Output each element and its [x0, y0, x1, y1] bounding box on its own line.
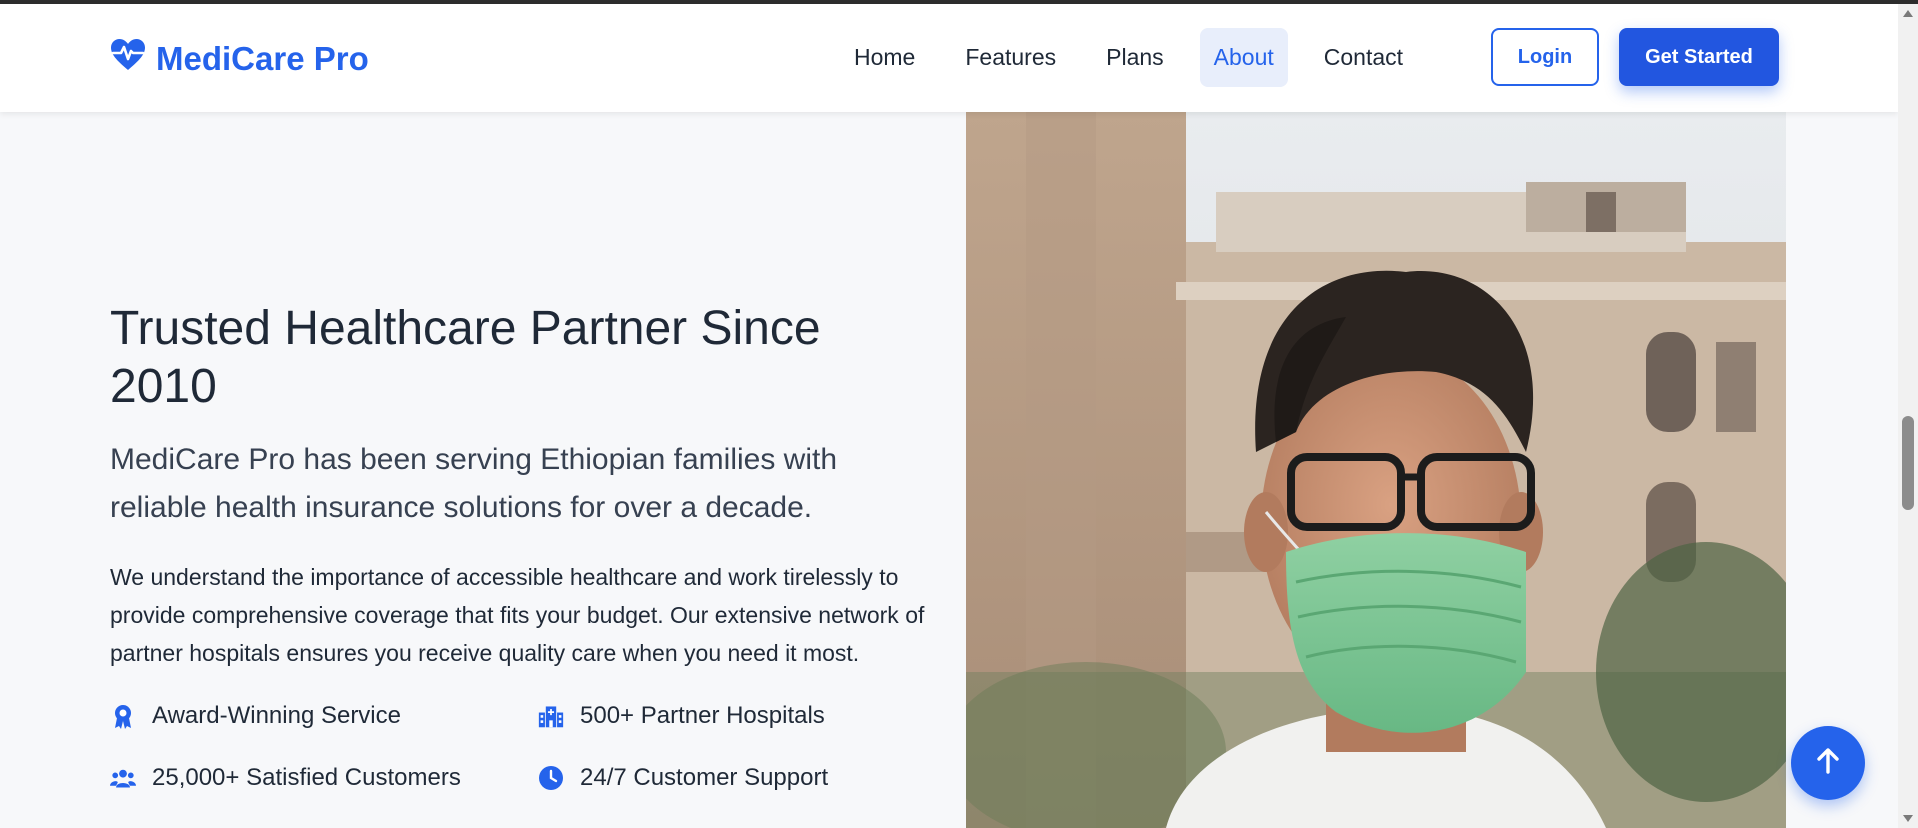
brand-logo[interactable]: MediCare Pro	[110, 38, 369, 80]
scroll-down-arrow-icon[interactable]	[1903, 815, 1913, 822]
brand-name: MediCare Pro	[156, 40, 369, 77]
scrollbar-thumb[interactable]	[1902, 416, 1914, 510]
page-scrollbar[interactable]	[1898, 4, 1918, 828]
feature-label: 25,000+ Satisfied Customers	[152, 764, 461, 791]
nav-item-plans[interactable]: Plans	[1092, 28, 1178, 87]
login-button[interactable]: Login	[1491, 28, 1599, 86]
heart-pulse-icon	[110, 38, 146, 80]
about-section: Trusted Healthcare Partner Since 2010 Me…	[110, 300, 930, 792]
feature-label: 24/7 Customer Support	[580, 764, 829, 791]
scroll-up-arrow-icon[interactable]	[1903, 10, 1913, 17]
hospital-icon	[538, 703, 564, 729]
feature-item: Award-Winning Service	[110, 702, 538, 730]
get-started-button[interactable]: Get Started	[1619, 28, 1779, 86]
nav-item-about[interactable]: About	[1199, 28, 1288, 87]
users-icon	[110, 765, 136, 791]
feature-label: Award-Winning Service	[152, 702, 401, 729]
about-title: Trusted Healthcare Partner Since 2010	[110, 302, 821, 413]
clock-icon	[538, 765, 564, 791]
site-header: MediCare Pro Home Features Plans About C…	[0, 4, 1898, 112]
feature-label: 500+ Partner Hospitals	[580, 702, 825, 729]
feature-item: 500+ Partner Hospitals	[538, 702, 918, 730]
arrow-up-icon	[1813, 746, 1843, 781]
about-body: We understand the importance of accessib…	[110, 564, 925, 666]
feature-item: 25,000+ Satisfied Customers	[110, 764, 538, 792]
feature-item: 24/7 Customer Support	[538, 764, 918, 792]
main-nav: Home Features Plans About Contact	[840, 28, 1417, 87]
nav-item-features[interactable]: Features	[951, 28, 1070, 87]
nav-item-home[interactable]: Home	[840, 28, 929, 87]
award-icon	[110, 703, 136, 729]
about-lead: MediCare Pro has been serving Ethiopian …	[110, 443, 838, 524]
feature-list: Award-Winning Service 500+ Partner Hospi…	[110, 702, 930, 792]
scroll-to-top-button[interactable]	[1791, 726, 1865, 800]
doctor-with-face-mask-photo	[966, 112, 1786, 828]
nav-item-contact[interactable]: Contact	[1310, 28, 1417, 87]
